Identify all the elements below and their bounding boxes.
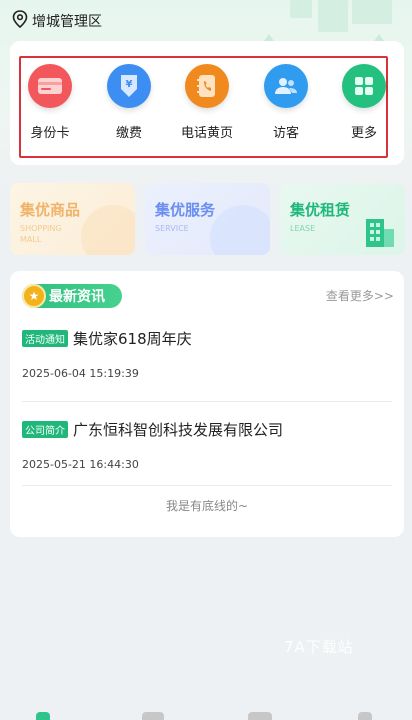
decor-shape: [81, 205, 135, 255]
list-end-text: 我是有底线的~: [165, 499, 249, 513]
watermark: 7A下载站: [284, 638, 354, 656]
news-headline: 广东恒科智创科技发展有限公司: [73, 421, 284, 439]
location-name: 增城管理区: [32, 14, 102, 30]
service-title: 集优商品: [20, 201, 81, 219]
location-selector[interactable]: 增城管理区: [12, 10, 102, 32]
quick-action-label: 更多: [350, 126, 377, 141]
payment-icon: ¥: [107, 64, 151, 108]
quick-action-visitor[interactable]: 访客: [251, 64, 321, 141]
service-card-service[interactable]: 集优服务 SERVICE: [145, 183, 270, 255]
view-more-link[interactable]: 查看更多>>: [326, 287, 394, 304]
news-timestamp: 2025-06-04 15:19:39: [22, 367, 139, 380]
news-headline: 集优家618周年庆: [73, 330, 192, 348]
service-subtitle: SERVICE: [155, 224, 189, 233]
tab-service-icon[interactable]: [142, 712, 164, 720]
news-timestamp: 2025-05-21 16:44:30: [22, 458, 139, 471]
news-item[interactable]: 活动通知 集优家618周年庆 2025-06-04 15:19:39: [22, 328, 392, 380]
quick-action-label: 电话黄页: [180, 126, 233, 141]
quick-action-label: 缴费: [115, 126, 142, 141]
news-item[interactable]: 公司简介 广东恒科智创科技发展有限公司 2025-05-21 16:44:30: [22, 419, 392, 471]
quick-action-label: 身份卡: [30, 126, 70, 141]
news-section-title: 最新资讯: [49, 289, 105, 305]
news-tag: 公司简介: [22, 421, 68, 438]
building-icon: [362, 213, 398, 253]
service-subtitle: LEASE: [290, 224, 316, 233]
tab-profile-icon[interactable]: [358, 712, 372, 720]
divider: [22, 401, 392, 402]
service-subtitle: SHOPPING MALL: [20, 224, 62, 244]
divider: [22, 485, 392, 486]
tab-message-icon[interactable]: [248, 712, 272, 720]
phone-book-icon: [185, 64, 229, 108]
svg-text:¥: ¥: [126, 79, 133, 90]
id-card-icon: [28, 64, 72, 108]
quick-action-id-card[interactable]: 身份卡: [15, 64, 85, 141]
quick-action-label: 访客: [272, 126, 299, 141]
news-tag: 活动通知: [22, 330, 68, 347]
news-section-header: ★ 最新资讯: [22, 284, 122, 308]
tab-home-icon[interactable]: [36, 712, 50, 720]
bottom-tab-bar: [0, 712, 412, 720]
location-pin-icon: [12, 10, 28, 32]
grid-icon: [342, 64, 386, 108]
quick-action-payment[interactable]: ¥ 缴费: [94, 64, 164, 141]
decor-shape: [210, 205, 270, 255]
service-title: 集优服务: [155, 201, 216, 219]
quick-action-phone-book[interactable]: 电话黄页: [172, 64, 242, 141]
visitor-icon: [264, 64, 308, 108]
star-icon: ★: [22, 284, 46, 308]
service-card-shopping[interactable]: 集优商品 SHOPPING MALL: [10, 183, 135, 255]
service-title: 集优租赁: [290, 201, 351, 219]
quick-action-more[interactable]: 更多: [329, 64, 399, 141]
service-card-lease[interactable]: 集优租赁 LEASE: [280, 183, 405, 255]
